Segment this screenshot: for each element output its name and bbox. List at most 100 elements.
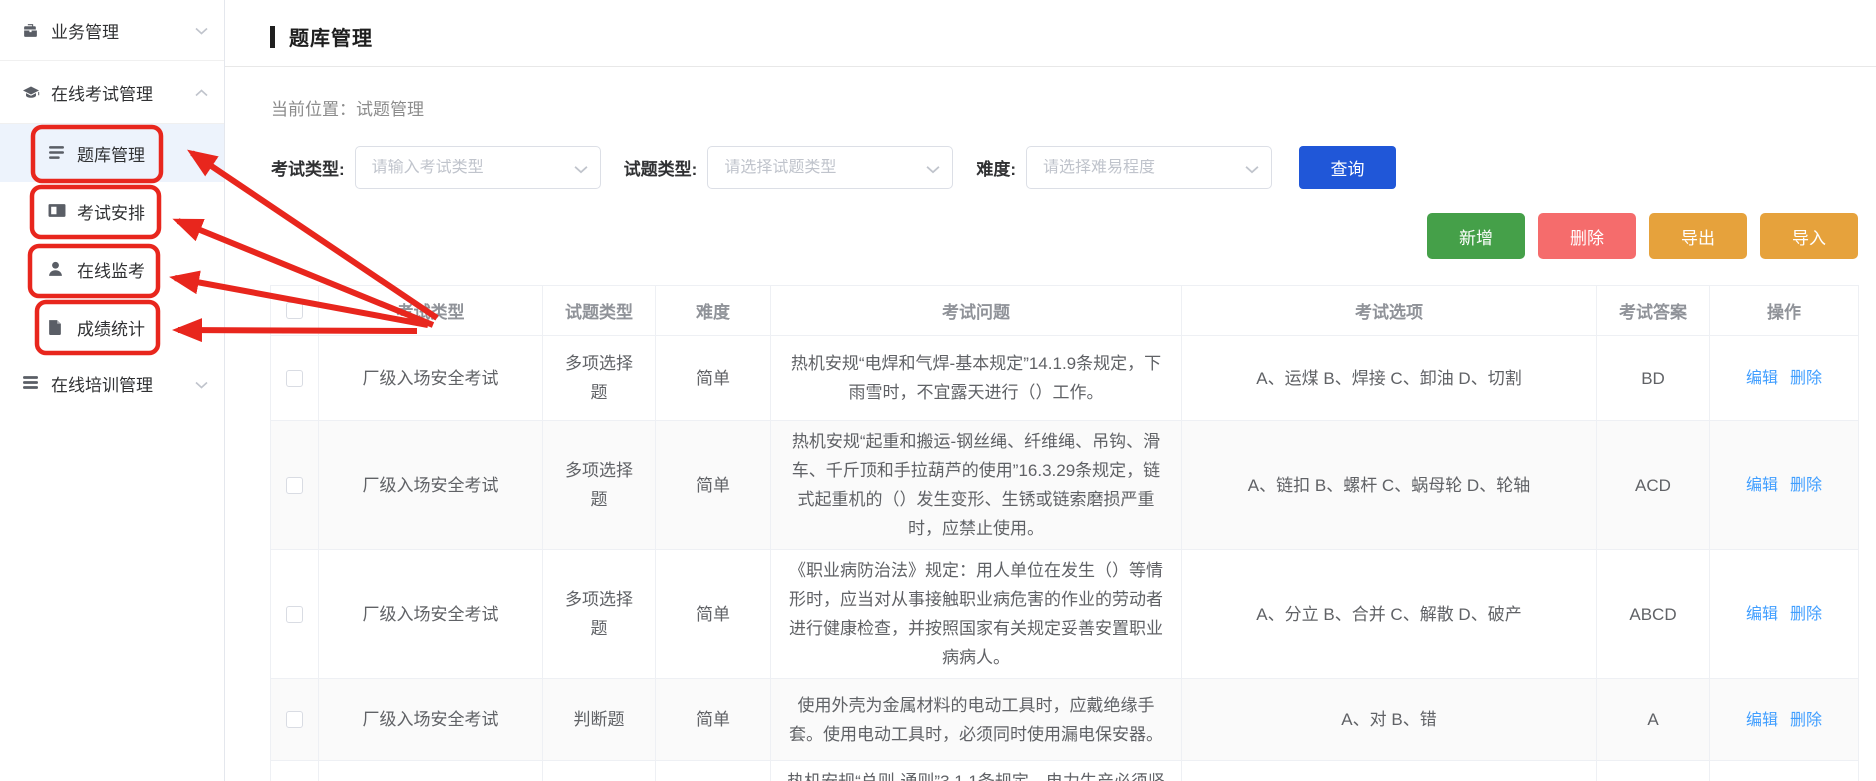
filter-bar: 考试类型: 试题类型: 难度: 查询	[271, 146, 1876, 189]
sidebar-item-exam-schedule[interactable]: 考试安排	[0, 182, 224, 240]
breadcrumb: 当前位置：试题管理	[271, 95, 1876, 120]
cell-difficulty: 简单	[656, 421, 771, 550]
cell-answer: A	[1597, 761, 1710, 781]
difficulty-label: 难度:	[976, 155, 1016, 180]
select-all-checkbox[interactable]	[286, 302, 303, 319]
cell-question: 热机安规“总则-通则”3.1.1条规定，电力生产必须坚持“安全第一、预防为主、综…	[771, 761, 1182, 781]
col-difficulty: 难度	[656, 286, 771, 336]
table-row: 厂级入场安全考试 判断题 简单 使用外壳为金属材料的电动工具时，应戴绝缘手套。使…	[271, 679, 1859, 761]
import-button[interactable]: 导入	[1760, 213, 1858, 259]
cell-exam-type: 厂级入场安全考试	[319, 421, 543, 550]
table-row: 厂级入场安全考试 多项选择题 简单 《职业病防治法》规定：用人单位在发生（）等情…	[271, 550, 1859, 679]
sidebar-item-label: 在线监考	[77, 257, 145, 282]
briefcase-icon	[22, 22, 39, 39]
chevron-up-icon	[195, 82, 208, 102]
row-checkbox[interactable]	[286, 606, 303, 623]
cell-exam-type: 厂级入场安全考试	[319, 336, 543, 421]
sidebar-item-online-proctoring[interactable]: 在线监考	[0, 240, 224, 298]
sidebar-item-score-statistics[interactable]: 成绩统计	[0, 298, 224, 356]
header-divider	[225, 66, 1876, 67]
cell-question: 《职业病防治法》规定：用人单位在发生（）等情形时，应当对从事接触职业病危害的作业…	[771, 550, 1182, 679]
cell-exam-type: 厂级入场安全考试	[319, 761, 543, 781]
sidebar-item-online-training-management[interactable]: 在线培训管理	[0, 360, 224, 407]
cell-difficulty: 简单	[656, 679, 771, 761]
cell-answer: ACD	[1597, 421, 1710, 550]
edit-link[interactable]: 编辑	[1746, 712, 1778, 729]
cell-options: A、分立 B、合并 C、解散 D、破产	[1182, 550, 1597, 679]
table-row: 厂级入场安全考试 多项选择题 简单 热机安规“起重和搬运-钢丝绳、纤维绳、吊钩、…	[271, 421, 1859, 550]
delete-link[interactable]: 删除	[1790, 712, 1822, 729]
cell-question: 热机安规“电焊和气焊-基本规定”14.1.9条规定，下雨雪时，不宜露天进行（）工…	[771, 336, 1182, 421]
delete-link[interactable]: 删除	[1790, 370, 1822, 387]
page-title: 题库管理	[289, 22, 373, 51]
exam-type-label: 考试类型:	[271, 155, 345, 180]
question-type-select[interactable]	[707, 146, 953, 189]
sidebar-item-label: 考试安排	[77, 199, 145, 224]
cell-options: A、对 B、错	[1182, 761, 1597, 781]
exam-type-select[interactable]	[355, 146, 601, 189]
cell-answer: BD	[1597, 336, 1710, 421]
sidebar-item-online-exam-management[interactable]: 在线考试管理	[0, 61, 224, 123]
table-row: 厂级入场安全考试 判断题 简单 热机安规“总则-通则”3.1.1条规定，电力生产…	[271, 761, 1859, 781]
toolbar: 新增 删除 导出 导入	[225, 213, 1858, 259]
export-button[interactable]: 导出	[1649, 213, 1747, 259]
cell-question-type: 判断题	[543, 761, 656, 781]
id-card-icon	[48, 203, 65, 220]
cell-difficulty: 简单	[656, 336, 771, 421]
col-options: 考试选项	[1182, 286, 1597, 336]
cell-difficulty: 简单	[656, 761, 771, 781]
col-answer: 考试答案	[1597, 286, 1710, 336]
question-type-label: 试题类型:	[624, 155, 698, 180]
chevron-down-icon	[926, 161, 940, 179]
delete-link[interactable]: 删除	[1790, 477, 1822, 494]
cell-question-type: 多项选择题	[543, 336, 656, 421]
cell-difficulty: 简单	[656, 550, 771, 679]
page-header: 题库管理	[270, 22, 1876, 51]
search-button[interactable]: 查询	[1299, 146, 1396, 189]
difficulty-input[interactable]	[1043, 159, 1233, 177]
file-icon	[48, 319, 65, 336]
sidebar-item-label: 题库管理	[77, 141, 145, 166]
edit-link[interactable]: 编辑	[1746, 477, 1778, 494]
exam-type-input[interactable]	[372, 159, 562, 177]
sidebar-item-label: 在线培训管理	[51, 371, 153, 396]
edit-link[interactable]: 编辑	[1746, 370, 1778, 387]
sidebar-item-label: 在线考试管理	[51, 80, 153, 105]
cell-question-type: 多项选择题	[543, 550, 656, 679]
col-exam-type: 考试类型	[319, 286, 543, 336]
cell-question: 热机安规“起重和搬运-钢丝绳、纤维绳、吊钩、滑车、千斤顶和手拉葫芦的使用”16.…	[771, 421, 1182, 550]
question-type-input[interactable]	[724, 159, 914, 177]
sidebar: 业务管理 在线考试管理 题库管理 考试安排	[0, 0, 225, 781]
cell-exam-type: 厂级入场安全考试	[319, 679, 543, 761]
cell-question-type: 判断题	[543, 679, 656, 761]
title-accent-bar	[270, 26, 275, 48]
difficulty-select[interactable]	[1026, 146, 1272, 189]
delete-button[interactable]: 删除	[1538, 213, 1636, 259]
col-question: 考试问题	[771, 286, 1182, 336]
chevron-down-icon	[574, 161, 588, 179]
chevron-down-icon	[195, 374, 208, 394]
row-checkbox[interactable]	[286, 477, 303, 494]
add-button[interactable]: 新增	[1427, 213, 1525, 259]
sidebar-item-label: 成绩统计	[77, 315, 145, 340]
question-bank-management-page: 业务管理 在线考试管理 题库管理 考试安排	[0, 0, 1876, 781]
chevron-down-icon	[195, 20, 208, 40]
cell-question-type: 多项选择题	[543, 421, 656, 550]
sidebar-item-label: 业务管理	[51, 18, 119, 43]
chevron-down-icon	[1245, 161, 1259, 179]
cell-options: A、链扣 B、螺杆 C、蜗母轮 D、轮轴	[1182, 421, 1597, 550]
layers-icon	[22, 375, 39, 392]
table-header-row: 考试类型 试题类型 难度 考试问题 考试选项 考试答案 操作	[271, 286, 1859, 336]
row-checkbox[interactable]	[286, 711, 303, 728]
cell-options: A、对 B、错	[1182, 679, 1597, 761]
cell-question: 使用外壳为金属材料的电动工具时，应戴绝缘手套。使用电动工具时，必须同时使用漏电保…	[771, 679, 1182, 761]
edit-link[interactable]: 编辑	[1746, 606, 1778, 623]
list-icon	[48, 145, 65, 162]
sidebar-item-question-bank-management[interactable]: 题库管理	[0, 124, 224, 182]
delete-link[interactable]: 删除	[1790, 606, 1822, 623]
cell-answer: A	[1597, 679, 1710, 761]
sidebar-item-business-management[interactable]: 业务管理	[0, 0, 224, 60]
row-checkbox[interactable]	[286, 370, 303, 387]
cell-answer: ABCD	[1597, 550, 1710, 679]
question-table: 考试类型 试题类型 难度 考试问题 考试选项 考试答案 操作 厂级入场安全考试 …	[270, 285, 1859, 781]
